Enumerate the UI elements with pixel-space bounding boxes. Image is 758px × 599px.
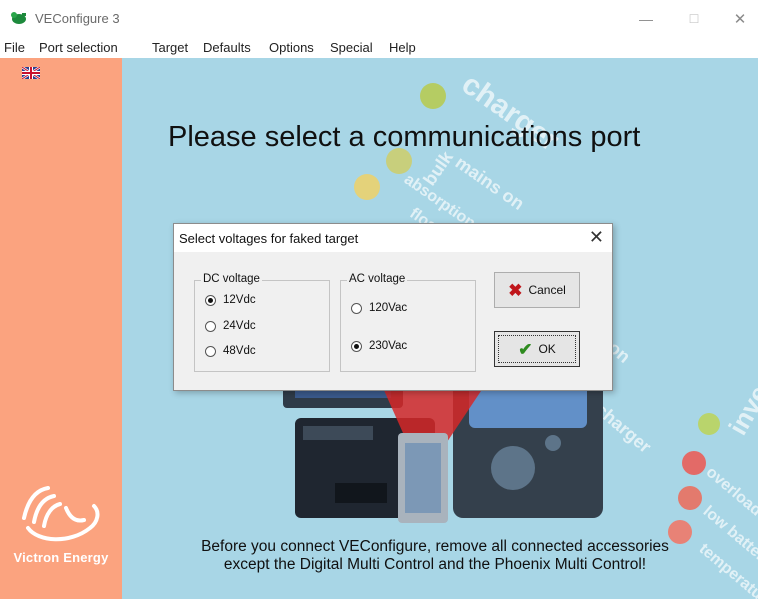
indicator-led-icon	[678, 486, 702, 510]
radio-24vdc[interactable]: 24Vdc	[205, 320, 256, 332]
uk-flag-icon[interactable]	[22, 67, 40, 79]
radio-empty-icon	[351, 302, 362, 314]
close-button[interactable]: ✕	[722, 6, 758, 32]
main-area: charger mains on bulk absorption float i…	[0, 58, 758, 599]
radio-label: 12Vdc	[223, 294, 256, 306]
menu-target[interactable]: Target	[152, 40, 188, 55]
indicator-led-icon	[420, 83, 446, 109]
minimize-icon: —	[639, 11, 653, 27]
radio-48vdc[interactable]: 48Vdc	[205, 345, 256, 357]
radio-empty-icon	[205, 345, 216, 357]
warning-line-2: except the Digital Multi Control and the…	[223, 556, 647, 573]
sidebar: Victron Energy	[0, 58, 122, 599]
menu-help[interactable]: Help	[389, 40, 416, 55]
warning-text: Before you connect VEConfigure, remove a…	[150, 538, 720, 574]
checkmark-icon: ✔	[518, 339, 533, 359]
window-titlebar: VEConfigure 3 — ☐ ✕	[0, 0, 758, 38]
maximize-button[interactable]: ☐	[676, 6, 712, 32]
close-icon: ✕	[733, 11, 747, 28]
radio-230vac[interactable]: 230Vac	[351, 340, 407, 352]
menu-defaults[interactable]: Defaults	[203, 40, 251, 55]
menu-special[interactable]: Special	[330, 40, 373, 55]
brand-text: Victron Energy	[13, 550, 109, 565]
radio-120vac[interactable]: 120Vac	[351, 302, 407, 314]
cancel-x-icon: ✖	[508, 280, 523, 300]
indicator-led-icon	[682, 451, 706, 475]
ac-voltage-label: AC voltage	[347, 273, 408, 285]
menu-options[interactable]: Options	[269, 40, 314, 55]
page-title: Please select a communications port	[168, 121, 641, 153]
bg-word-inverter: inverter	[722, 342, 758, 441]
ok-label: OK	[538, 342, 556, 356]
dialog-close-icon[interactable]: ✕	[589, 227, 604, 248]
victron-logo-icon	[22, 486, 100, 542]
dialog-title: Select voltages for faked target	[179, 231, 359, 246]
radio-label: 24Vdc	[223, 320, 256, 332]
dc-voltage-label: DC voltage	[201, 273, 262, 285]
maximize-icon: ☐	[688, 12, 700, 26]
menu-file[interactable]: File	[4, 40, 25, 55]
ac-voltage-group: AC voltage 120Vac 230Vac	[340, 273, 476, 372]
app-icon	[11, 12, 26, 24]
indicator-led-icon	[354, 174, 380, 200]
radio-selected-icon	[351, 340, 362, 352]
radio-label: 48Vdc	[223, 345, 256, 357]
radio-label: 120Vac	[369, 302, 408, 314]
radio-selected-icon	[205, 294, 216, 306]
ok-button[interactable]: ✔ OK	[494, 331, 580, 367]
window-title: VEConfigure 3	[35, 11, 120, 26]
bg-word-mains-on: mains on	[451, 152, 528, 214]
minimize-button[interactable]: —	[628, 6, 664, 32]
radio-empty-icon	[205, 320, 216, 332]
voltage-dialog: Select voltages for faked target ✕ DC vo…	[173, 223, 613, 391]
cancel-button[interactable]: ✖ Cancel	[494, 272, 580, 308]
radio-12vdc[interactable]: 12Vdc	[205, 294, 256, 306]
dc-voltage-group: DC voltage 12Vdc 24Vdc 48Vdc	[194, 273, 330, 372]
menu-port-selection[interactable]: Port selection	[39, 40, 118, 55]
dialog-titlebar: Select voltages for faked target ✕	[174, 224, 612, 252]
menu-bar: File Port selection Target Defaults Opti…	[0, 38, 758, 58]
indicator-led-icon	[698, 413, 720, 435]
radio-label: 230Vac	[369, 340, 408, 352]
warning-line-1: Before you connect VEConfigure, remove a…	[201, 538, 669, 555]
cancel-label: Cancel	[528, 283, 566, 297]
